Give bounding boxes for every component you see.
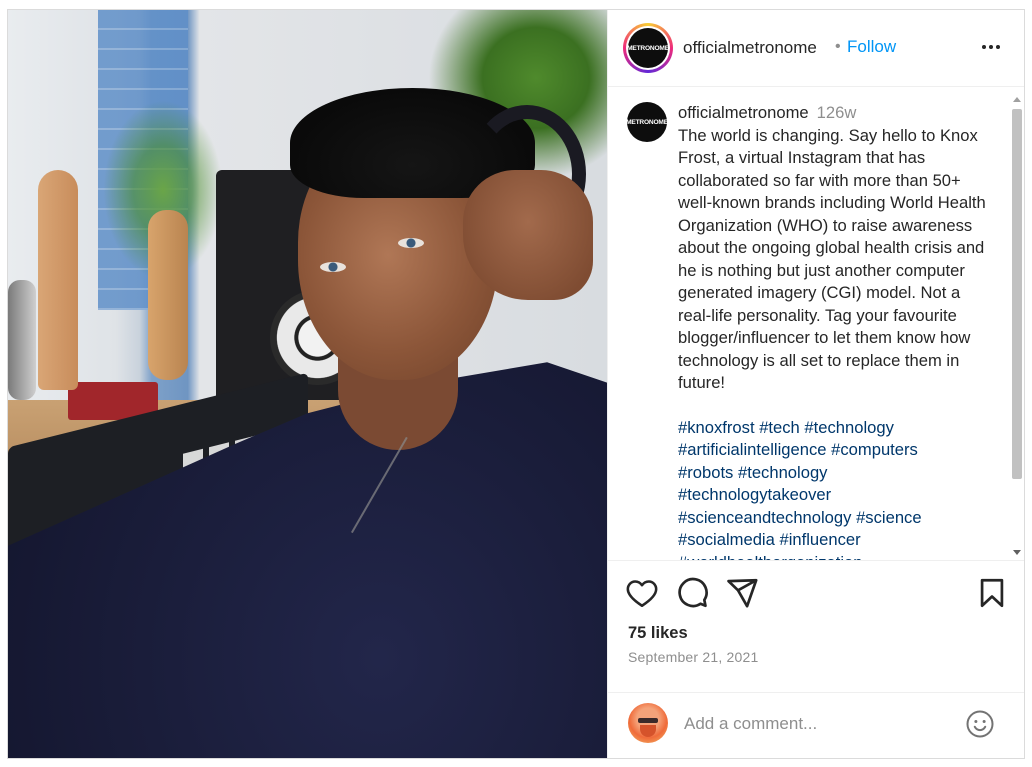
hashtag-link[interactable]: #robots <box>678 463 733 482</box>
hashtag-link[interactable]: #influencer <box>779 530 860 549</box>
paper-plane-icon[interactable] <box>725 576 759 610</box>
caption: officialmetronome 126w The world is chang… <box>678 102 988 561</box>
likes-count[interactable]: 75 likes <box>628 624 688 643</box>
hashtag-link[interactable]: #technology <box>804 418 894 437</box>
scrollbar[interactable] <box>1010 93 1024 559</box>
caption-text: The world is changing. Say hello to Knox… <box>678 125 986 393</box>
more-options-icon[interactable] <box>976 32 1006 62</box>
author-avatar: METRONOME <box>627 28 669 68</box>
post-date[interactable]: September 21, 2021 <box>628 649 758 665</box>
hashtag-link[interactable]: #computers <box>831 440 918 459</box>
heart-icon[interactable] <box>625 576 659 610</box>
hashtag-link[interactable]: #science <box>856 508 922 527</box>
action-bar <box>608 568 1024 618</box>
scrollbar-thumb[interactable] <box>1012 109 1022 479</box>
hashtag-link[interactable]: #tech <box>759 418 800 437</box>
smiley-icon[interactable] <box>965 709 995 739</box>
comment-input[interactable] <box>684 712 944 736</box>
logo-text: METRONOME <box>627 44 669 52</box>
current-user-avatar <box>628 703 668 743</box>
hashtag-link[interactable]: #technologytakeover <box>678 485 831 504</box>
caption-username[interactable]: officialmetronome <box>678 103 809 122</box>
caption-scroll-area[interactable]: METRONOME officialmetronome 126w The worl… <box>608 87 1024 561</box>
comment-bubble-icon[interactable] <box>675 576 709 610</box>
post-side-panel: METRONOME officialmetronome • Follow MET… <box>607 10 1024 758</box>
hashtag-link[interactable]: #knoxfrost <box>678 418 755 437</box>
hashtag-link[interactable]: #technology <box>738 463 828 482</box>
scroll-up-arrow-icon[interactable] <box>1013 97 1021 102</box>
follow-button[interactable]: Follow <box>847 37 896 57</box>
story-ring[interactable]: METRONOME <box>623 23 673 73</box>
author-username[interactable]: officialmetronome <box>683 38 817 58</box>
logo-text: METRONOME <box>626 118 668 126</box>
hashtag-link[interactable]: #socialmedia <box>678 530 775 549</box>
caption-author-avatar[interactable]: METRONOME <box>626 102 668 142</box>
bookmark-icon[interactable] <box>975 576 1009 610</box>
hashtag-link[interactable]: #artificialintelligence <box>678 440 827 459</box>
separator-dot: • <box>835 38 841 55</box>
scroll-down-arrow-icon[interactable] <box>1013 550 1021 555</box>
caption-timestamp[interactable]: 126w <box>817 103 857 122</box>
hashtag-link[interactable]: #worldhealthorganization <box>678 553 863 561</box>
post-modal: METRONOME officialmetronome • Follow MET… <box>7 9 1025 759</box>
hashtag-list: #knoxfrost #tech #technology #artificial… <box>678 417 988 561</box>
post-image[interactable] <box>8 10 607 758</box>
comment-bar <box>608 692 1024 758</box>
hashtag-link[interactable]: #scienceandtechnology <box>678 508 851 527</box>
post-header: METRONOME officialmetronome • Follow <box>608 10 1024 87</box>
